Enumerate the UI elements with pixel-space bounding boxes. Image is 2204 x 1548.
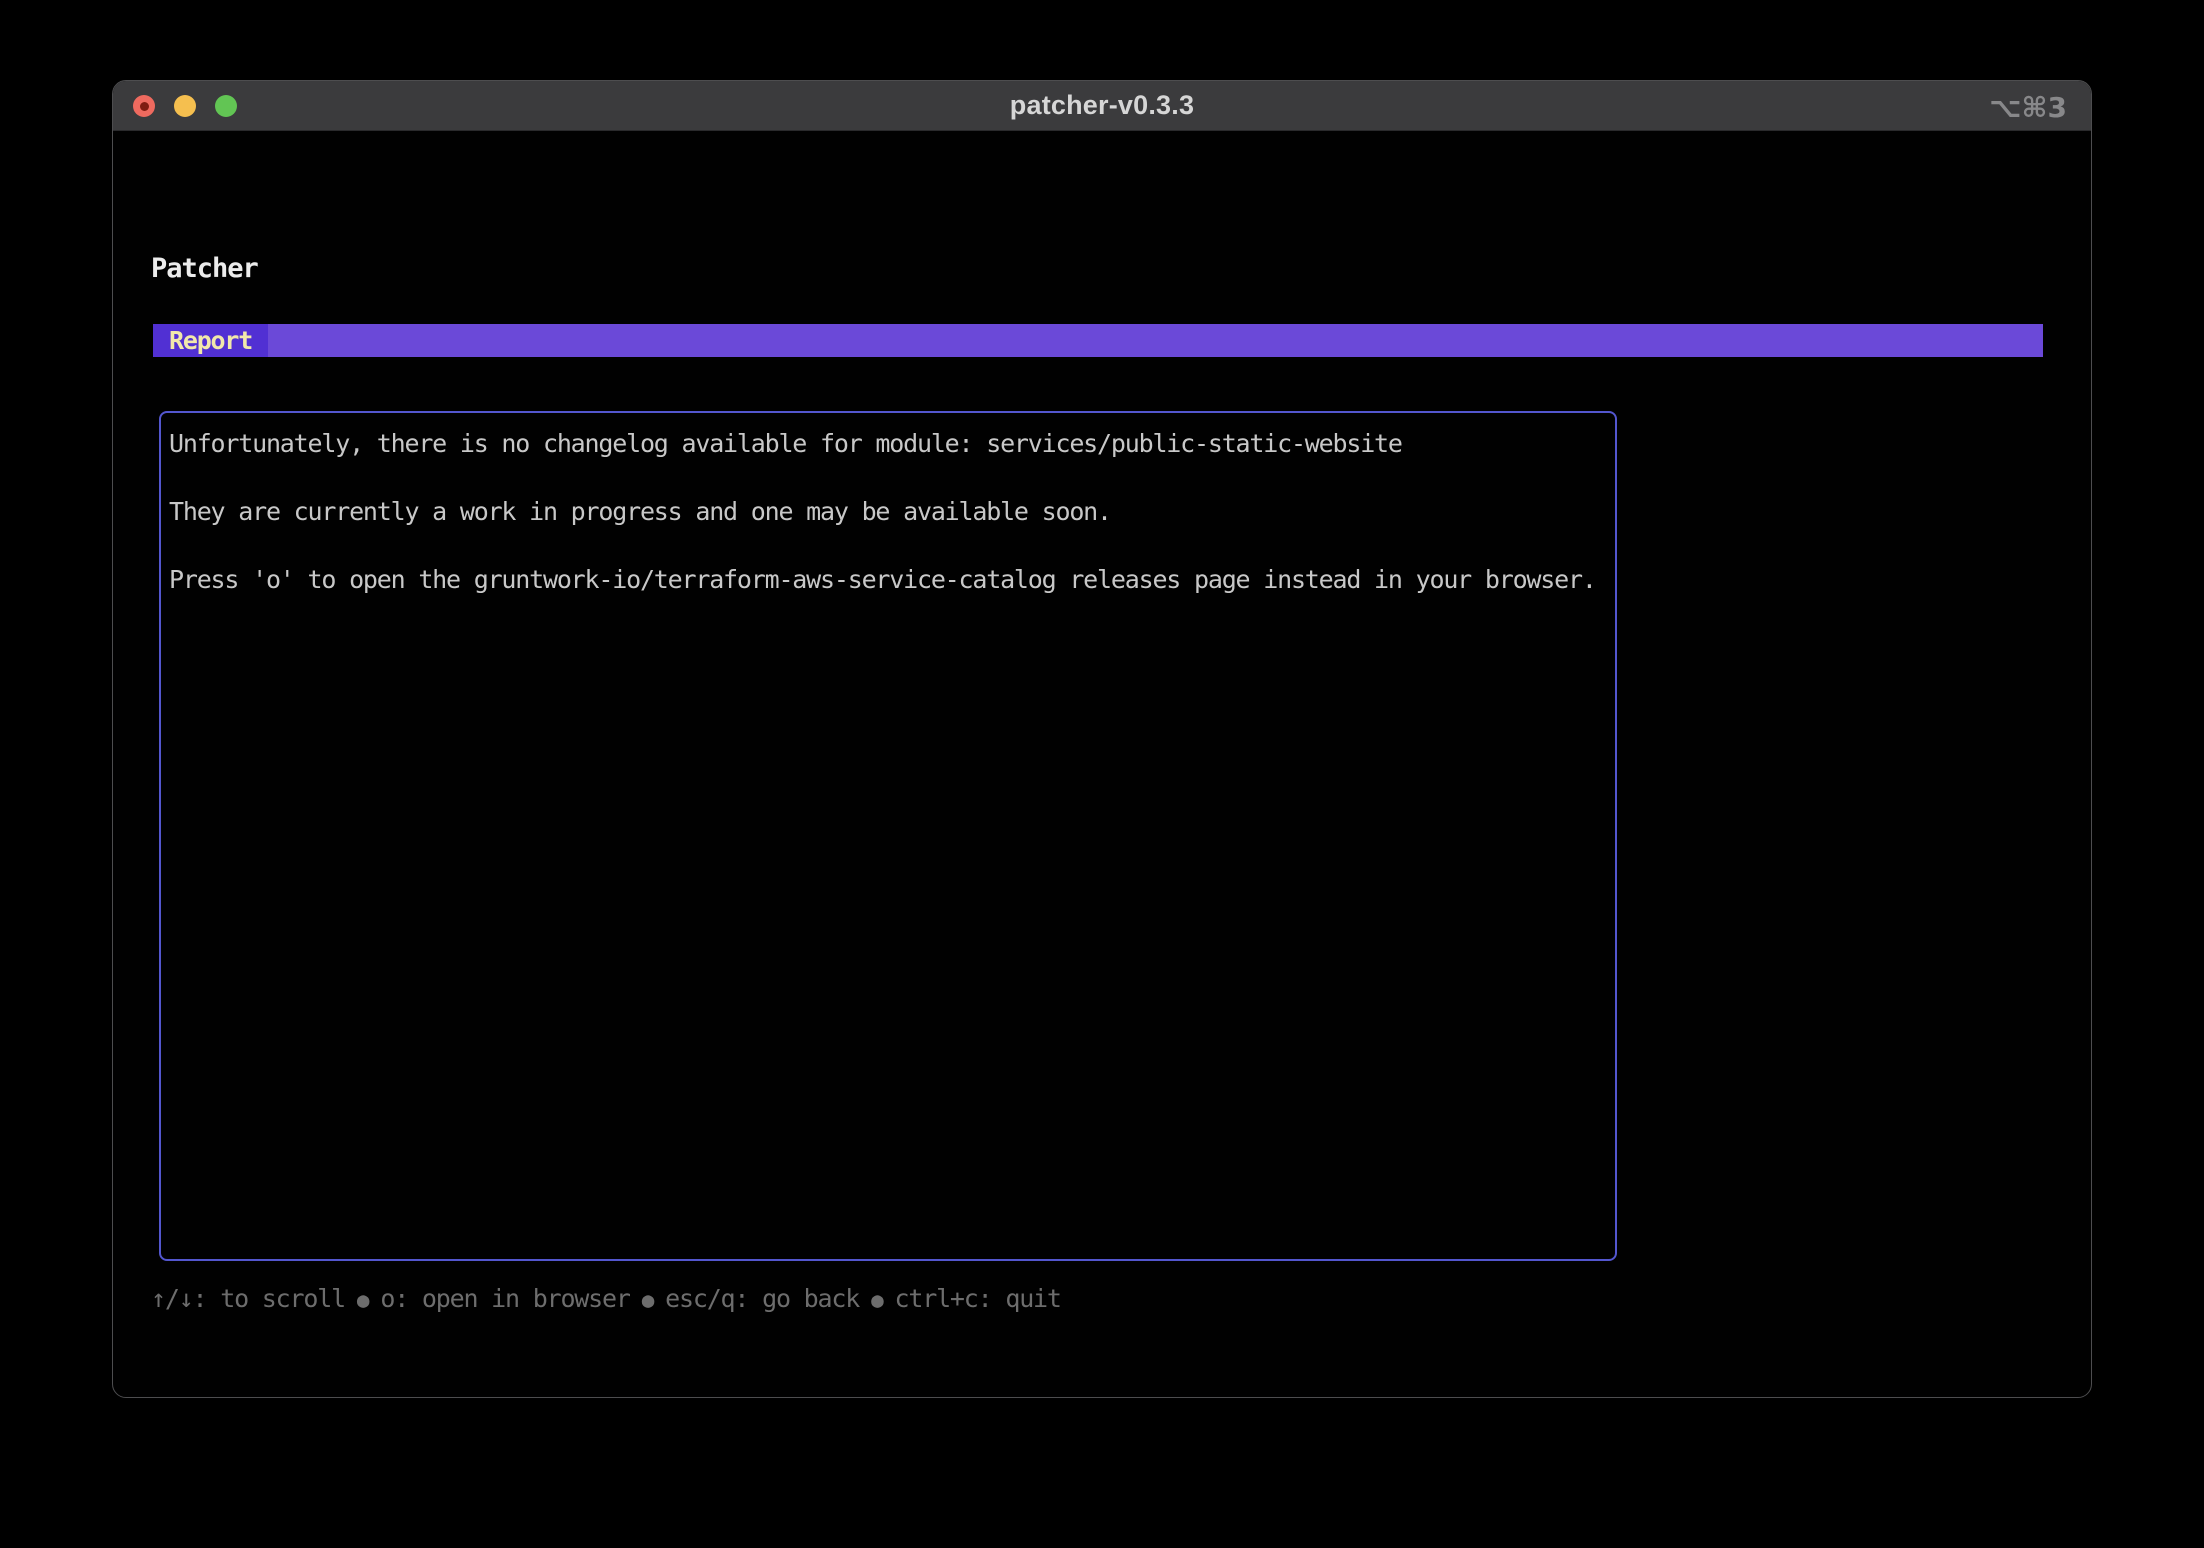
help-item-open: o: open in browser [380,1284,629,1313]
terminal-content: Patcher Report Unfortunately, there is n… [113,131,2091,1397]
help-bar: ↑/↓: to scroll ● o: open in browser ● esc/q:… [151,1282,1061,1317]
help-separator-dot: ● [357,1288,368,1312]
help-item-scroll: ↑/↓: to scroll [151,1284,345,1313]
help-separator-dot: ● [871,1288,882,1312]
tab-shortcut-label: ⌥⌘3 [1989,91,2067,124]
blank-line [169,529,1607,563]
page-title: Patcher [151,253,258,284]
traffic-light-buttons [133,95,237,117]
terminal-window: patcher-v0.3.3 ⌥⌘3 Patcher Report Unfort… [112,80,2092,1398]
tab-bar: Report [153,324,2043,357]
tab-report[interactable]: Report [153,324,268,357]
unsaved-indicator-dot [140,102,149,111]
blank-line [169,461,1607,495]
report-line: Press 'o' to open the gruntwork-io/terra… [169,563,1607,597]
zoom-button[interactable] [215,95,237,117]
window-title: patcher-v0.3.3 [1010,90,1194,121]
minimize-button[interactable] [174,95,196,117]
help-item-back: esc/q: go back [665,1284,859,1313]
changelog-report-panel[interactable]: Unfortunately, there is no changelog ava… [159,411,1617,1261]
window-titlebar[interactable]: patcher-v0.3.3 ⌥⌘3 [113,81,2091,131]
report-line: They are currently a work in progress an… [169,495,1607,529]
help-separator-dot: ● [642,1288,653,1312]
desktop-background: patcher-v0.3.3 ⌥⌘3 Patcher Report Unfort… [0,0,2204,1548]
help-item-quit: ctrl+c: quit [895,1284,1061,1313]
close-button[interactable] [133,95,155,117]
report-line: Unfortunately, there is no changelog ava… [169,427,1607,461]
